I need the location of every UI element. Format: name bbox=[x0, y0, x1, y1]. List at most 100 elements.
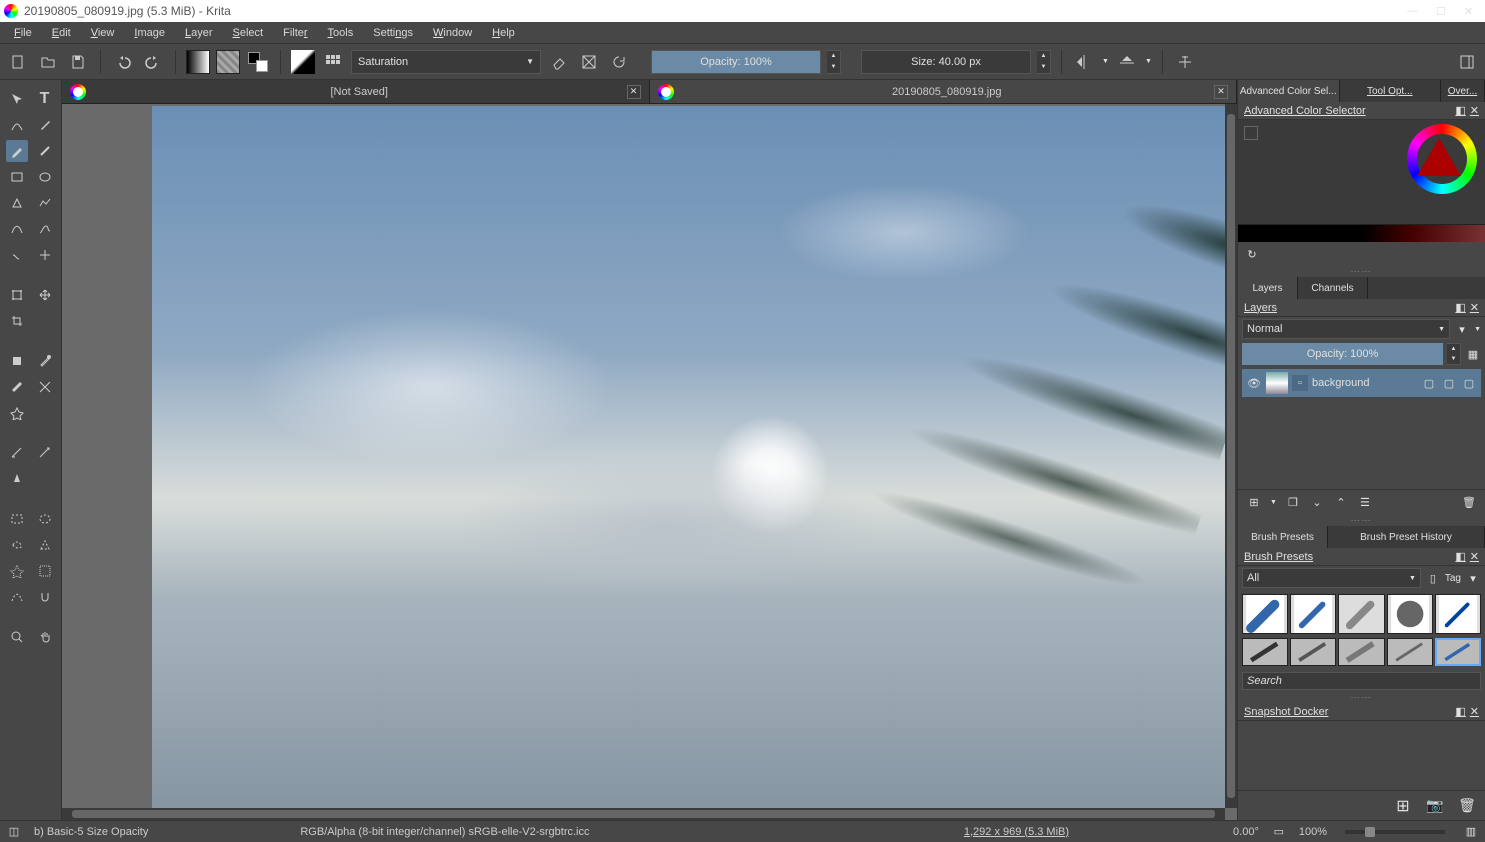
add-layer-button[interactable]: ⊞ bbox=[1246, 495, 1262, 511]
float-icon[interactable]: ◧ bbox=[1455, 301, 1465, 314]
layer-alpha-icon[interactable]: ▢ bbox=[1441, 375, 1457, 391]
delete-snapshot-button[interactable]: 🗑 bbox=[1459, 798, 1475, 814]
tab-advanced-color[interactable]: Advanced Color Sel... bbox=[1238, 80, 1340, 102]
tab-overview[interactable]: Over... bbox=[1441, 80, 1485, 102]
brush-preset[interactable] bbox=[1387, 594, 1433, 634]
new-file-button[interactable] bbox=[6, 50, 30, 74]
brush-preset[interactable] bbox=[1242, 594, 1288, 634]
brush-preset[interactable] bbox=[1290, 594, 1336, 634]
reload-preset-button[interactable] bbox=[607, 50, 631, 74]
rect-select-tool[interactable] bbox=[6, 508, 28, 530]
reference-tool[interactable] bbox=[6, 468, 28, 490]
tab-brush-presets[interactable]: Brush Presets bbox=[1238, 526, 1328, 548]
move-tool[interactable] bbox=[6, 88, 28, 110]
menu-layer[interactable]: Layer bbox=[175, 25, 223, 41]
eraser-mode-button[interactable] bbox=[547, 50, 571, 74]
redo-button[interactable] bbox=[141, 50, 165, 74]
wrap-around-button[interactable] bbox=[1173, 50, 1197, 74]
close-icon[interactable]: ✕ bbox=[1470, 104, 1479, 117]
zoom-fit-icon[interactable]: ▭ bbox=[1271, 824, 1287, 840]
menu-file[interactable]: File bbox=[4, 25, 42, 41]
close-icon[interactable]: ✕ bbox=[1470, 301, 1479, 314]
close-icon[interactable]: ✕ bbox=[1470, 705, 1479, 718]
color-selector-menu-icon[interactable] bbox=[1244, 126, 1258, 140]
text-tool[interactable]: T bbox=[34, 88, 56, 110]
dock-grip[interactable]: ⋯⋯ bbox=[1238, 692, 1485, 703]
polygon-select-tool[interactable] bbox=[34, 534, 56, 556]
similar-select-tool[interactable] bbox=[34, 560, 56, 582]
canvas[interactable] bbox=[62, 104, 1237, 820]
menu-help[interactable]: Help bbox=[482, 25, 525, 41]
assistant-tool[interactable] bbox=[6, 442, 28, 464]
smart-fill-tool[interactable] bbox=[6, 402, 28, 424]
chevron-down-icon[interactable]: ▼ bbox=[1145, 58, 1152, 65]
dock-grip[interactable]: ⋯⋯ bbox=[1238, 266, 1485, 277]
workspace-button[interactable] bbox=[1455, 50, 1479, 74]
layer-opacity-slider[interactable]: Opacity: 100% bbox=[1242, 343, 1443, 365]
brush-preset[interactable] bbox=[1338, 594, 1384, 634]
ellipse-tool[interactable] bbox=[34, 166, 56, 188]
delete-layer-button[interactable]: 🗑 bbox=[1461, 495, 1477, 511]
zoom-map-icon[interactable]: ▥ bbox=[1463, 824, 1479, 840]
fill-tool[interactable] bbox=[6, 350, 28, 372]
contiguous-select-tool[interactable] bbox=[6, 560, 28, 582]
ellipse-select-tool[interactable] bbox=[34, 508, 56, 530]
alpha-lock-button[interactable] bbox=[577, 50, 601, 74]
dock-grip[interactable]: ⋯⋯ bbox=[1238, 515, 1485, 526]
filter-icon[interactable]: ▾ bbox=[1454, 321, 1470, 337]
polyline-tool[interactable] bbox=[34, 192, 56, 214]
brush-preset[interactable] bbox=[1290, 638, 1336, 666]
layer-name[interactable]: background bbox=[1312, 377, 1417, 389]
chevron-down-icon[interactable]: ▼ bbox=[1102, 58, 1109, 65]
sv-triangle[interactable] bbox=[1417, 138, 1461, 176]
snapshot-camera-button[interactable]: 📷 bbox=[1427, 798, 1443, 814]
brush-preset[interactable] bbox=[1435, 594, 1481, 634]
document-tab-current[interactable]: 20190805_080919.jpg ✕ bbox=[650, 80, 1238, 103]
freehand-path-tool[interactable] bbox=[34, 218, 56, 240]
magnetic-select-tool[interactable] bbox=[34, 586, 56, 608]
move-down-button[interactable]: ⌄ bbox=[1309, 495, 1325, 511]
zoom-slider[interactable] bbox=[1345, 830, 1445, 834]
opacity-slider[interactable]: Opacity: 100% bbox=[651, 50, 821, 74]
save-file-button[interactable] bbox=[66, 50, 90, 74]
pattern-button[interactable] bbox=[216, 50, 240, 74]
polygon-tool[interactable] bbox=[6, 192, 28, 214]
line-tool[interactable] bbox=[34, 140, 56, 162]
rectangle-tool[interactable] bbox=[6, 166, 28, 188]
menu-settings[interactable]: Settings bbox=[363, 25, 423, 41]
mirror-horizontal-button[interactable] bbox=[1072, 50, 1096, 74]
move-up-button[interactable]: ⌃ bbox=[1333, 495, 1349, 511]
size-stepper[interactable]: ▲▼ bbox=[1037, 50, 1051, 74]
brush-settings-button[interactable] bbox=[321, 50, 345, 74]
crop-tool[interactable] bbox=[6, 310, 28, 332]
menu-tools[interactable]: Tools bbox=[318, 25, 364, 41]
tab-layers[interactable]: Layers bbox=[1238, 277, 1298, 299]
blend-mode-select[interactable]: Saturation▼ bbox=[351, 50, 541, 74]
color-history-strip[interactable] bbox=[1238, 224, 1485, 242]
bezier-tool[interactable] bbox=[6, 218, 28, 240]
pan-tool[interactable] bbox=[34, 626, 56, 648]
minimize-button[interactable]: — bbox=[1407, 5, 1418, 18]
brush-preset-button[interactable] bbox=[291, 50, 315, 74]
preset-search-input[interactable]: Search bbox=[1242, 672, 1481, 690]
close-icon[interactable]: ✕ bbox=[1470, 550, 1479, 563]
status-zoom[interactable]: 100% bbox=[1299, 826, 1327, 838]
size-slider[interactable]: Size: 40.00 px bbox=[861, 50, 1031, 74]
measure-tool[interactable] bbox=[34, 442, 56, 464]
pattern-edit-tool[interactable] bbox=[34, 376, 56, 398]
horizontal-scrollbar[interactable] bbox=[62, 808, 1225, 820]
tab-close-button[interactable]: ✕ bbox=[627, 85, 641, 99]
vertical-scrollbar[interactable] bbox=[1225, 104, 1237, 808]
preset-tag-filter[interactable]: All▼ bbox=[1242, 568, 1421, 588]
float-icon[interactable]: ◧ bbox=[1455, 550, 1465, 563]
multibrush-tool[interactable] bbox=[34, 244, 56, 266]
menu-select[interactable]: Select bbox=[223, 25, 274, 41]
storage-icon[interactable]: ▾ bbox=[1465, 570, 1481, 586]
move-layer-tool[interactable] bbox=[34, 284, 56, 306]
brush-preset[interactable] bbox=[1242, 638, 1288, 666]
zoom-tool[interactable] bbox=[6, 626, 28, 648]
gradient-tool[interactable] bbox=[6, 376, 28, 398]
float-icon[interactable]: ◧ bbox=[1455, 705, 1465, 718]
menu-window[interactable]: Window bbox=[423, 25, 482, 41]
open-file-button[interactable] bbox=[36, 50, 60, 74]
